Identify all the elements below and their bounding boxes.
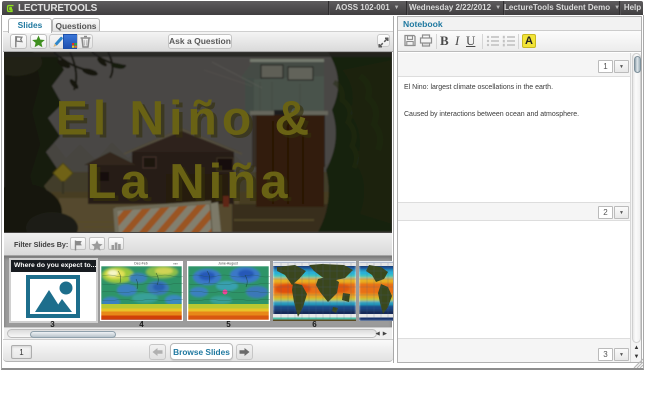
svg-text:mm: mm — [173, 262, 178, 266]
svg-text:Dec-Feb: Dec-Feb — [134, 262, 147, 266]
svg-text:June-August: June-August — [218, 262, 238, 266]
svg-text:El Niño &: El Niño & — [56, 93, 314, 146]
svg-text:La Niña: La Niña — [87, 155, 292, 209]
